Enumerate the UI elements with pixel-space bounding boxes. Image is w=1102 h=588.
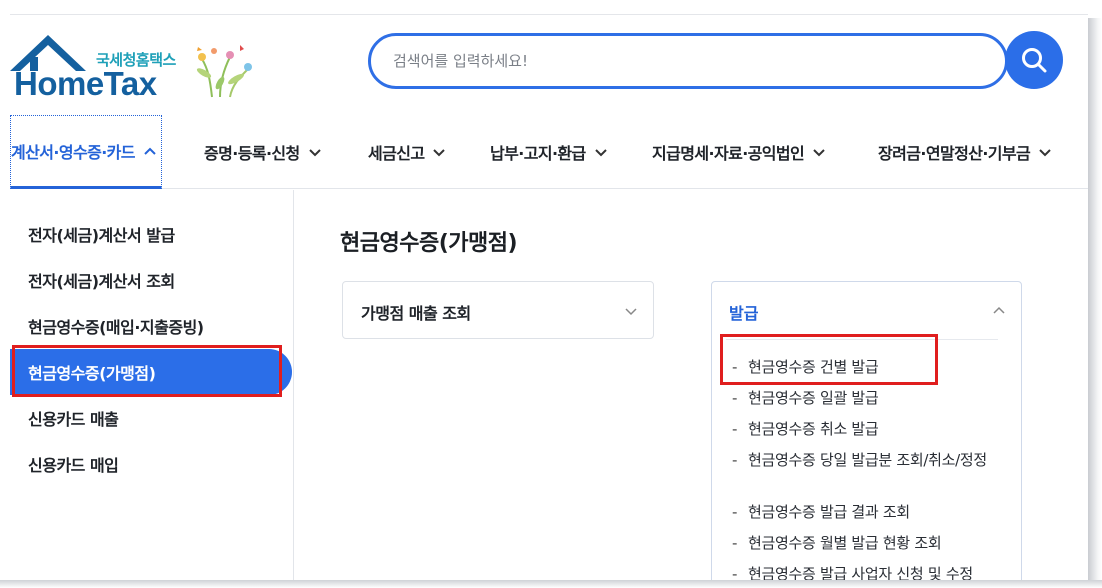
bullet-dash: - <box>732 389 738 407</box>
sidebar-item-label: 신용카드 매입 <box>28 456 119 475</box>
highlight-box-single-issue <box>720 334 938 385</box>
merchant-sales-inquiry-card[interactable]: 가맹점 매출 조회 <box>342 281 654 339</box>
chevron-down-icon <box>433 149 446 157</box>
link-cash-receipt-cancel-issue[interactable]: - 현금영수증 취소 발급 <box>732 419 1002 440</box>
sidebar-item-label: 신용카드 매출 <box>28 410 119 429</box>
nav-label: 증명·등록·신청 <box>204 144 300 163</box>
chevron-down-icon <box>813 149 825 157</box>
search-bar <box>368 33 1008 89</box>
nav-label: 계산서·영수증·카드 <box>11 143 136 162</box>
sidebar-item-e-invoice-issue[interactable]: 전자(세금)계산서 발급 <box>10 211 292 257</box>
nav-label: 장려금·연말정산·기부금 <box>878 144 1031 163</box>
link-cash-receipt-sameday-inquiry[interactable]: - 현금영수증 당일 발급분 조회/취소/정정 <box>732 450 1002 471</box>
nav-item-certificates[interactable]: 증명·등록·신청 <box>204 115 322 189</box>
link-label: 현금영수증 일괄 발급 <box>748 389 879 407</box>
bullet-dash: - <box>732 420 738 438</box>
chevron-down-icon <box>1039 149 1051 157</box>
page-title: 현금영수증(가맹점) <box>340 231 518 256</box>
nav-label: 세금신고 <box>368 144 425 163</box>
nav-item-incentives-yearend[interactable]: 장려금·연말정산·기부금 <box>878 115 1052 189</box>
flowers-icon <box>196 45 252 98</box>
link-cash-receipt-result-inquiry[interactable]: - 현금영수증 발급 결과 조회 <box>732 502 1002 523</box>
window-shadow-bottom <box>0 580 1102 588</box>
chevron-up-icon[interactable] <box>993 306 1005 314</box>
window-shadow <box>1088 18 1102 588</box>
link-cash-receipt-business-apply[interactable]: - 현금영수증 발급 사업자 신청 및 수정 <box>732 564 1002 580</box>
chevron-down-icon <box>625 308 637 316</box>
logo-english-text: HomeTax <box>14 65 157 102</box>
search-button[interactable] <box>1005 31 1063 89</box>
sidebar-item-label: 전자(세금)계산서 발급 <box>28 226 175 245</box>
top-navigation: 계산서·영수증·카드 증명·등록·신청 세금신고 납부·고지·환급 지급명세·자… <box>10 115 1088 189</box>
nav-item-payment-refund[interactable]: 납부·고지·환급 <box>490 115 608 189</box>
sidebar-item-cash-receipt-purchase[interactable]: 현금영수증(매입·지출증빙) <box>10 303 292 349</box>
bullet-dash: - <box>732 565 738 580</box>
link-label: 현금영수증 발급 결과 조회 <box>748 503 910 521</box>
hometax-logo[interactable]: 국세청홈택스 HomeTax <box>10 31 260 102</box>
search-icon <box>1022 48 1047 73</box>
nav-label: 지급명세·자료·공익법인 <box>652 144 805 163</box>
issue-card: 발급 - 현금영수증 건별 발급 - 현금영수증 일괄 발급 - 현금영수증 취… <box>711 281 1022 580</box>
nav-label: 납부·고지·환급 <box>490 144 586 163</box>
sidebar-item-credit-card-sales[interactable]: 신용카드 매출 <box>10 395 292 441</box>
issue-card-header[interactable]: 발급 <box>729 300 758 324</box>
bullet-dash: - <box>732 451 738 469</box>
sidebar-item-credit-card-purchase[interactable]: 신용카드 매입 <box>10 441 292 487</box>
highlight-box-sidebar <box>12 345 282 397</box>
link-label: 현금영수증 발급 사업자 신청 및 수정 <box>748 565 973 580</box>
nav-item-payment-statements[interactable]: 지급명세·자료·공익법인 <box>652 115 826 189</box>
chevron-down-icon <box>308 149 321 157</box>
link-cash-receipt-monthly-status[interactable]: - 현금영수증 월별 발급 현황 조회 <box>732 533 1002 554</box>
search-input[interactable] <box>393 48 953 74</box>
link-label: 현금영수증 취소 발급 <box>748 420 879 438</box>
nav-item-tax-return[interactable]: 세금신고 <box>368 115 446 189</box>
sidebar-item-label: 전자(세금)계산서 조회 <box>28 272 175 291</box>
sidebar-item-label: 현금영수증(매입·지출증빙) <box>28 318 204 337</box>
hometax-page: 국세청홈택스 HomeTax 계산서·영수증·카드 <box>10 14 1088 580</box>
nav-item-receipts-cards[interactable]: 계산서·영수증·카드 <box>10 115 162 189</box>
link-label: 현금영수증 당일 발급분 조회/취소/정정 <box>748 451 987 469</box>
sidebar-item-e-invoice-inquiry[interactable]: 전자(세금)계산서 조회 <box>10 257 292 303</box>
bullet-dash: - <box>732 534 738 552</box>
chevron-down-icon <box>594 149 607 157</box>
link-label: 현금영수증 월별 발급 현황 조회 <box>748 534 942 552</box>
card-label: 가맹점 매출 조회 <box>361 304 471 323</box>
bullet-dash: - <box>732 503 738 521</box>
link-cash-receipt-bulk-issue[interactable]: - 현금영수증 일괄 발급 <box>732 388 1002 409</box>
chevron-up-icon <box>144 147 156 155</box>
